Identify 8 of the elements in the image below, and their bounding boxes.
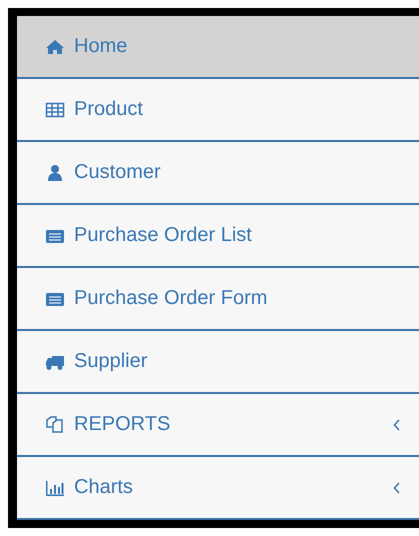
chevron-icon	[393, 418, 401, 430]
bar-chart-icon	[45, 478, 65, 496]
chevron-icon	[393, 482, 401, 494]
table-icon	[45, 100, 65, 118]
user-icon	[45, 164, 65, 182]
home-icon	[45, 38, 65, 56]
copy-icon	[45, 416, 65, 434]
sidebar-item[interactable]: Home	[17, 16, 419, 79]
